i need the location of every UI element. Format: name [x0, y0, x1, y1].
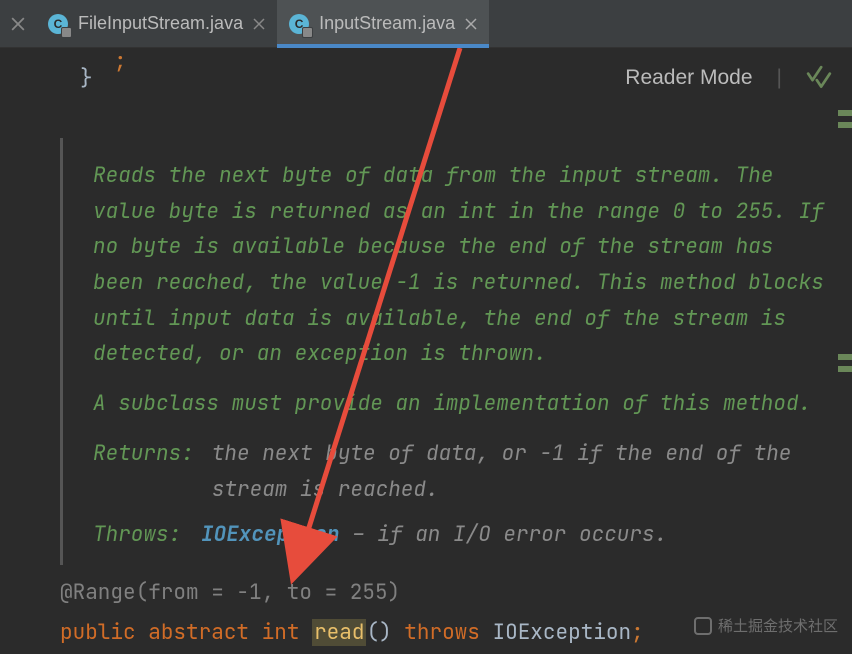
inspections-check-icon[interactable]	[806, 65, 832, 91]
inferred-annotation: @Range(from = -1, to = 255)	[60, 575, 834, 611]
tab-label: FileInputStream.java	[78, 13, 243, 34]
tab-bar: C FileInputStream.java C InputStream.jav…	[0, 0, 852, 48]
tab-overflow-close[interactable]	[0, 0, 36, 47]
javadoc-tag-value: IOException – if an I/O error occurs.	[201, 517, 824, 553]
tab-label: InputStream.java	[319, 13, 455, 34]
lock-icon	[61, 27, 72, 38]
javadoc-tag-label: Throws:	[93, 517, 183, 553]
lock-icon	[302, 27, 313, 38]
javadoc-throws: Throws: IOException – if an I/O error oc…	[93, 517, 824, 553]
tab-inputstream[interactable]: C InputStream.java	[277, 0, 489, 47]
exception-link[interactable]: IOException	[201, 521, 340, 548]
java-class-icon: C	[48, 14, 68, 34]
watermark-text: 稀土掘金技术社区	[718, 615, 838, 636]
javadoc-body: A subclass must provide an implementatio…	[93, 386, 824, 422]
tab-fileinputstream[interactable]: C FileInputStream.java	[36, 0, 277, 47]
reader-mode-label[interactable]: Reader Mode	[625, 66, 752, 90]
watermark-logo-icon	[694, 617, 712, 635]
editor-toolbar: } Reader Mode |	[0, 48, 852, 108]
javadoc-block: Reads the next byte of data from the inp…	[60, 138, 834, 565]
code-punct: ;	[114, 48, 127, 75]
javadoc-tag-label: Returns:	[93, 436, 194, 507]
code-editor[interactable]: Reads the next byte of data from the inp…	[0, 138, 852, 650]
close-icon	[11, 17, 25, 31]
method-name: read	[312, 619, 366, 646]
javadoc-tag-value: the next byte of data, or -1 if the end …	[212, 436, 824, 507]
code-brace: }	[80, 65, 93, 92]
javadoc-returns: Returns: the next byte of data, or -1 if…	[93, 436, 824, 507]
javadoc-body: Reads the next byte of data from the inp…	[93, 158, 824, 372]
java-class-icon: C	[289, 14, 309, 34]
close-icon[interactable]	[253, 18, 265, 30]
watermark: 稀土掘金技术社区	[694, 615, 838, 636]
close-icon[interactable]	[465, 18, 477, 30]
